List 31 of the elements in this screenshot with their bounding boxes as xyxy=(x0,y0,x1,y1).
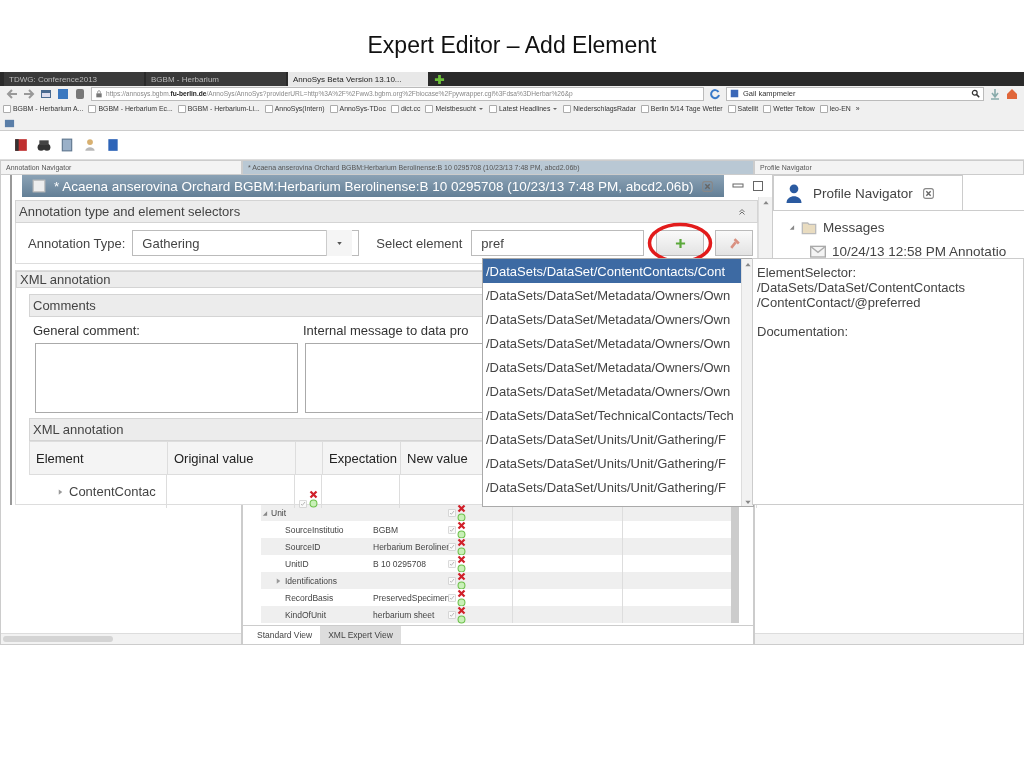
element-name: ContentContac xyxy=(69,484,156,499)
section-header: XML annotation xyxy=(33,422,124,437)
original-value: PreservedSpecimen xyxy=(373,592,450,603)
select-element-label: Select element xyxy=(376,235,463,251)
profile-navigator-title: Profile Navigator xyxy=(813,185,913,201)
selector-path: /DataSets/DataSet/ContentContacts xyxy=(757,280,967,295)
original-value: B 10 0295708 xyxy=(373,558,426,569)
slide-title: Expert Editor – Add Element xyxy=(367,32,657,59)
original-value: BGBM xyxy=(373,524,399,535)
documentation-label: Documentation: xyxy=(757,324,850,339)
column-header: Element xyxy=(30,442,168,474)
selector-label: ElementSelector: xyxy=(757,265,857,280)
section-header: XML annotation xyxy=(20,272,111,287)
general-comment-label: General comment: xyxy=(33,322,141,338)
element-name: KindOfUnit xyxy=(285,609,327,620)
element-name: SourceInstitutio xyxy=(285,524,344,535)
selector-path: /ContentContact/@preferred xyxy=(757,295,922,310)
column-header: Original value xyxy=(168,442,296,474)
original-value: herbarium sheet xyxy=(373,609,435,620)
internal-message-label: Internal message to data pro xyxy=(303,322,470,338)
editor-title: * Acaena anserovina Orchard BGBM:Herbarium Berolinense:B 10 0295708 (10/23/13 7:48 PM, abcd2.06b) xyxy=(54,178,694,194)
original-value: Herbarium Beroliner xyxy=(373,541,450,552)
annotation-type-label: Annotation Type: xyxy=(28,235,126,251)
element-name: UnitID xyxy=(285,558,309,569)
section-header: Comments xyxy=(33,298,96,313)
element-name: Unit xyxy=(271,507,287,518)
column-header: Expectation xyxy=(323,442,401,474)
element-name: RecordBasis xyxy=(285,592,334,603)
element-name: SourceID xyxy=(285,541,321,552)
section-header: Annotation type and element selectors xyxy=(19,204,241,219)
element-name: Identifications xyxy=(285,575,337,586)
